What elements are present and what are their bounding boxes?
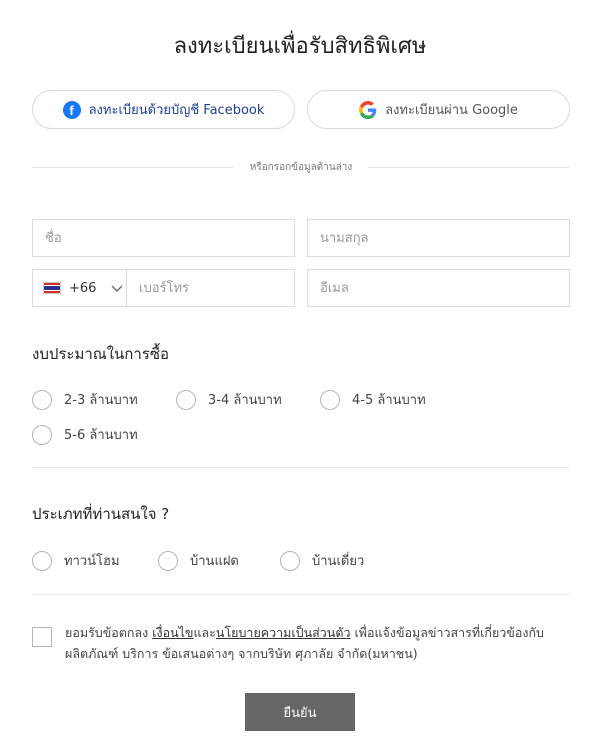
divider-line-right <box>368 166 570 168</box>
radio-circle[interactable] <box>320 389 340 410</box>
google-register-button[interactable]: ลงทะเบียนผ่าน Google <box>307 90 570 129</box>
email-input[interactable] <box>320 270 569 306</box>
budget-option-label: 2-3 ล้านบาท <box>64 393 138 408</box>
consent-and: และ <box>193 625 216 640</box>
google-register-label: ลงทะเบียนผ่าน Google <box>385 103 518 118</box>
property-option-label: ทาวน์โฮม <box>64 554 120 569</box>
google-icon <box>359 100 377 119</box>
radio-circle[interactable] <box>32 550 52 571</box>
consent-prefix: ยอมรับข้อตกลง <box>65 625 153 640</box>
radio-circle[interactable] <box>32 389 52 410</box>
property-option-label: บ้านแฝด <box>190 554 239 569</box>
country-code-value: +66 <box>69 280 97 296</box>
country-code-select[interactable]: +66 <box>32 269 127 307</box>
property-option-twin-house[interactable]: บ้านแฝด <box>158 550 239 571</box>
submit-button[interactable]: ยืนยัน <box>245 693 355 731</box>
last-name-field[interactable] <box>307 219 570 257</box>
section-divider <box>32 594 570 595</box>
divider-line-left <box>32 166 234 168</box>
property-option-single-house[interactable]: บ้านเดี่ยว <box>280 550 364 571</box>
property-type-section-title: ประเภทที่ท่านสนใจ ? <box>32 505 170 523</box>
email-field[interactable] <box>307 269 570 307</box>
facebook-register-button[interactable]: f ลงทะเบียนด้วยบัญชี Facebook <box>32 90 295 129</box>
consent-checkbox[interactable] <box>32 627 52 647</box>
page-title: ลงทะเบียนเพื่อรับสิทธิพิเศษ <box>173 34 427 59</box>
property-option-label: บ้านเดี่ยว <box>312 554 365 569</box>
budget-section-title: งบประมาณในการซื้อ <box>32 345 170 363</box>
first-name-field[interactable] <box>32 219 295 257</box>
divider: หรือกรอกข้อมูลด้านล่าง <box>32 160 570 174</box>
radio-circle[interactable] <box>280 550 300 571</box>
phone-input[interactable] <box>139 270 294 306</box>
first-name-input[interactable] <box>45 220 294 256</box>
section-divider <box>32 467 570 468</box>
last-name-input[interactable] <box>320 220 569 256</box>
privacy-policy-link[interactable]: นโยบายความเป็นส่วนตัว <box>216 625 351 640</box>
radio-circle[interactable] <box>176 389 196 410</box>
divider-text: หรือกรอกข้อมูลด้านล่าง <box>249 161 353 173</box>
thailand-flag-icon <box>43 282 61 294</box>
radio-circle[interactable] <box>32 424 52 445</box>
budget-option-2-3[interactable]: 2-3 ล้านบาท <box>32 389 138 410</box>
budget-option-5-6[interactable]: 5-6 ล้านบาท <box>32 424 138 445</box>
consent-text: ยอมรับข้อตกลง เงื่อนไขและนโยบายความเป็นส… <box>65 622 565 664</box>
budget-option-label: 3-4 ล้านบาท <box>208 393 282 408</box>
facebook-register-label: ลงทะเบียนด้วยบัญชี Facebook <box>88 103 265 118</box>
phone-field[interactable] <box>126 269 295 307</box>
budget-option-3-4[interactable]: 3-4 ล้านบาท <box>176 389 282 410</box>
budget-option-label: 4-5 ล้านบาท <box>352 393 426 408</box>
chevron-down-icon <box>111 285 123 292</box>
budget-option-label: 5-6 ล้านบาท <box>64 428 138 443</box>
terms-link[interactable]: เงื่อนไข <box>152 625 193 640</box>
radio-circle[interactable] <box>158 550 178 571</box>
budget-option-4-5[interactable]: 4-5 ล้านบาท <box>320 389 426 410</box>
facebook-icon: f <box>62 100 81 119</box>
property-option-townhome[interactable]: ทาวน์โฮม <box>32 550 120 571</box>
